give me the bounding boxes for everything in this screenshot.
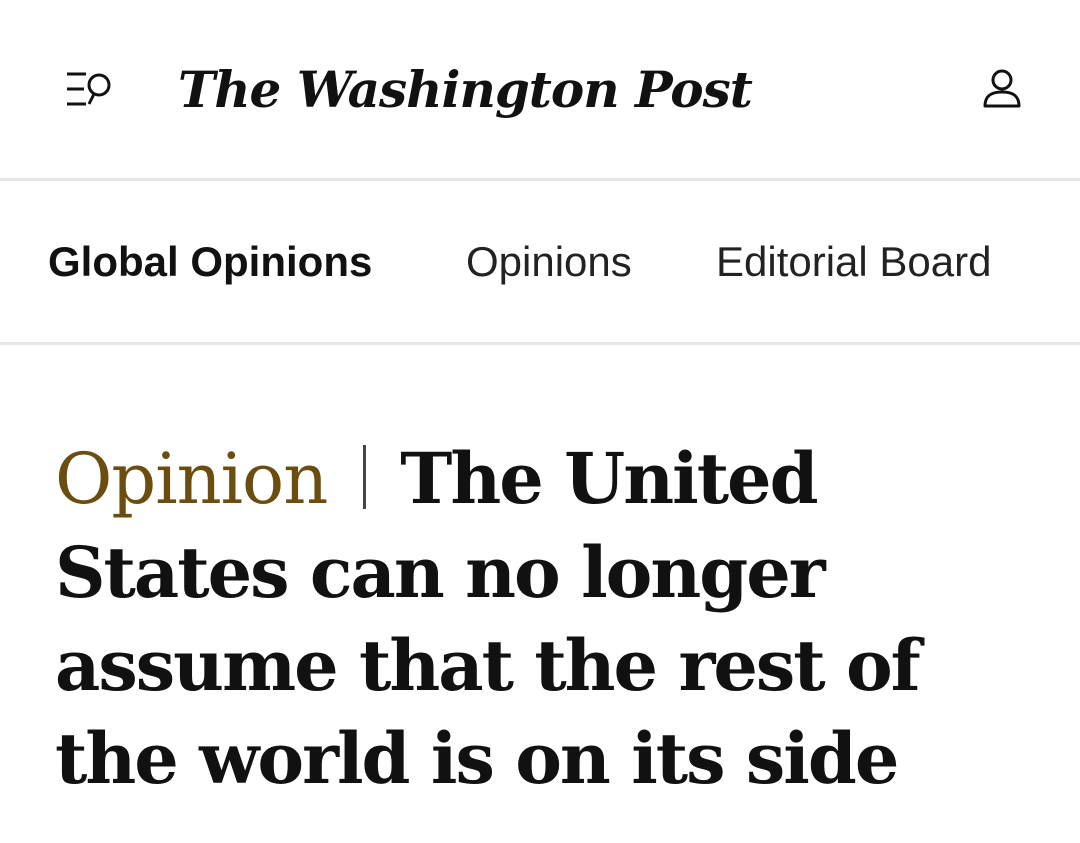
masthead-logo[interactable]: The Washington Post <box>178 50 753 130</box>
menu-search-button[interactable] <box>64 68 116 112</box>
account-button[interactable] <box>980 66 1024 114</box>
subnav-global-opinions[interactable]: Global Opinions <box>48 237 372 287</box>
subnav-editorial-board[interactable]: Editorial Board <box>716 237 991 287</box>
section-subnav: Global Opinions Opinions Editorial Board <box>0 181 1080 345</box>
article-headline: Opinion The United States can no longer a… <box>55 432 1035 805</box>
opinion-kicker[interactable]: Opinion <box>55 438 328 520</box>
top-bar: The Washington Post <box>0 0 1080 181</box>
kicker-divider <box>363 445 367 509</box>
menu-search-icon <box>67 72 111 106</box>
user-icon <box>983 69 1021 108</box>
subnav-opinions[interactable]: Opinions <box>466 237 632 287</box>
